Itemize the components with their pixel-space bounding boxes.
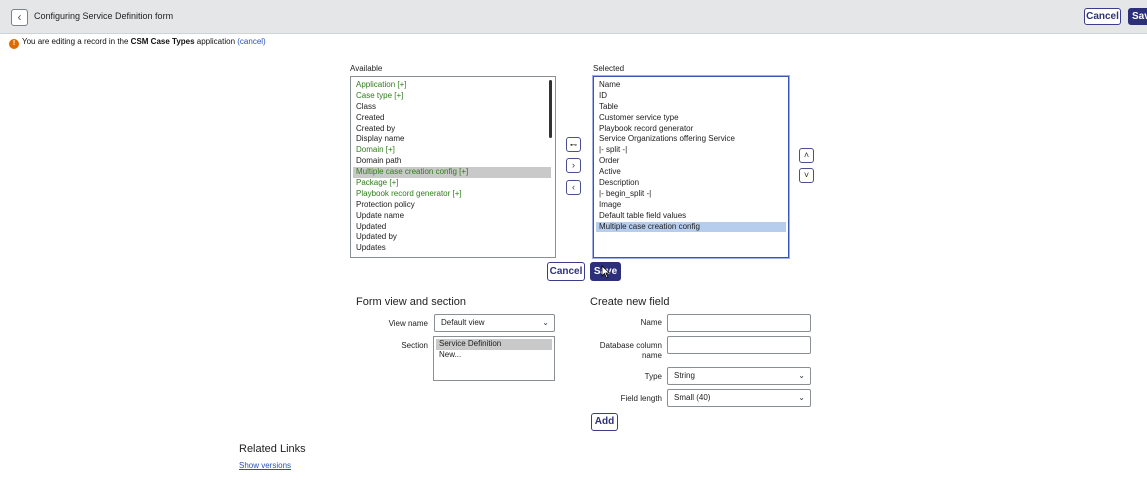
notice-prefix: You are editing a record in the [22,37,131,46]
available-scrollbar[interactable] [549,80,552,138]
mouse-cursor-icon [601,265,611,279]
view-name-label: View name [388,319,428,328]
view-name-value: Default view [441,318,485,327]
move-down-button[interactable]: ˅ [799,168,814,183]
related-links-title: Related Links [239,443,306,455]
chevron-down-icon: ⌄ [798,393,805,402]
name-label: Name [640,318,662,327]
selected-list-item[interactable]: Playbook record generator [596,124,786,135]
add-field-submit-button[interactable]: Add [591,413,618,431]
db-column-label-line2: name [641,351,662,360]
available-list-item[interactable]: Multiple case creation config [+] [353,167,551,179]
available-list-item[interactable]: Playbook record generator [+] [353,189,551,200]
page-title: Configuring Service Definition form [34,11,174,21]
section-list[interactable]: Service Definition New... [433,336,555,381]
db-column-label: Database column name [590,341,662,361]
selected-list-item[interactable]: Name [596,80,786,91]
section-label: Section [401,341,428,350]
dot-walk-icon: ⊷ [570,142,577,149]
notice-app-name: CSM Case Types [130,37,195,46]
available-list-item[interactable]: Created [353,113,551,124]
selected-list-item[interactable]: Order [596,156,786,167]
notice-suffix: application [194,37,238,46]
section-option-service-definition[interactable]: Service Definition [436,339,552,350]
chevron-right-icon: › [572,160,575,170]
add-dot-walk-button[interactable]: ⊷ [566,137,581,152]
available-list-item[interactable]: Created by [353,124,551,135]
form-view-title: Form view and section [356,296,467,308]
field-length-select[interactable]: Small (40) ⌄ [667,389,811,407]
selected-list-item[interactable]: Multiple case creation config [596,221,786,233]
chevron-down-icon: ˅ [803,170,810,180]
selected-list-item[interactable]: Description [596,178,786,189]
available-label: Available [350,64,383,73]
selected-list-item[interactable]: Customer service type [596,113,786,124]
field-length-label: Field length [620,394,662,403]
available-list-item[interactable]: Package [+] [353,178,551,189]
available-list-item[interactable]: Case type [+] [353,91,551,102]
type-select[interactable]: String ⌄ [667,367,811,385]
available-list-item[interactable]: Updates [353,243,551,254]
new-field-title: Create new field [590,296,670,308]
available-list-item[interactable]: Update name [353,211,551,222]
header-save-button[interactable]: Save [1128,8,1147,25]
selected-list-item[interactable]: ID [596,91,786,102]
name-input[interactable] [667,314,811,332]
form-header: ‹ Configuring Service Definition form Ca… [0,0,1147,34]
add-field-button[interactable]: › [566,158,581,173]
move-up-button[interactable]: ˄ [799,148,814,163]
selected-list-item[interactable]: |- begin_split -| [596,189,786,200]
available-list-item[interactable]: Updated [353,222,551,233]
selected-list-item[interactable]: |- split -| [596,145,786,156]
available-list-item[interactable]: Display name [353,134,551,145]
available-list-item[interactable]: Domain path [353,156,551,167]
back-button[interactable]: ‹ [11,9,28,26]
available-list-item[interactable]: Class [353,102,551,113]
selected-list[interactable]: Name ID Table Customer service type Playbook… [593,76,789,258]
selected-list-item[interactable]: Active [596,167,786,178]
db-column-input[interactable] [667,336,811,354]
field-length-value: Small (40) [674,393,711,402]
chevron-left-icon: ‹ [572,182,575,192]
warning-icon: ! [9,39,19,49]
scope-notice: ! You are editing a record in the CSM Cas… [9,37,266,49]
db-column-label-line1: Database column [599,341,662,350]
header-cancel-button[interactable]: Cancel [1084,8,1121,25]
selected-list-item[interactable]: Image [596,200,786,211]
remove-field-button[interactable]: ‹ [566,180,581,195]
view-name-select[interactable]: Default view ⌄ [434,314,555,332]
chevron-up-icon: ˄ [803,150,810,160]
chevron-down-icon: ⌄ [798,371,805,380]
show-versions-link[interactable]: Show versions [239,461,291,470]
selected-list-item[interactable]: Default table field values [596,211,786,222]
available-list[interactable]: Application [+] Case type [+] Class Created… [350,76,556,258]
available-list-item[interactable]: Updated by [353,232,551,243]
notice-cancel-link[interactable]: (cancel) [237,37,265,46]
selected-list-item[interactable]: Service Organizations offering Service [596,134,786,145]
type-value: String [674,371,695,380]
available-list-item[interactable]: Domain [+] [353,145,551,156]
available-list-item[interactable]: Application [+] [353,80,551,91]
slush-cancel-button[interactable]: Cancel [547,262,585,281]
section-option-new[interactable]: New... [436,350,552,361]
available-list-item[interactable]: Protection policy [353,200,551,211]
selected-label: Selected [593,64,625,73]
chevron-left-icon: ‹ [17,10,22,24]
type-label: Type [644,372,662,381]
selected-list-item[interactable]: Table [596,102,786,113]
chevron-down-icon: ⌄ [542,318,549,327]
